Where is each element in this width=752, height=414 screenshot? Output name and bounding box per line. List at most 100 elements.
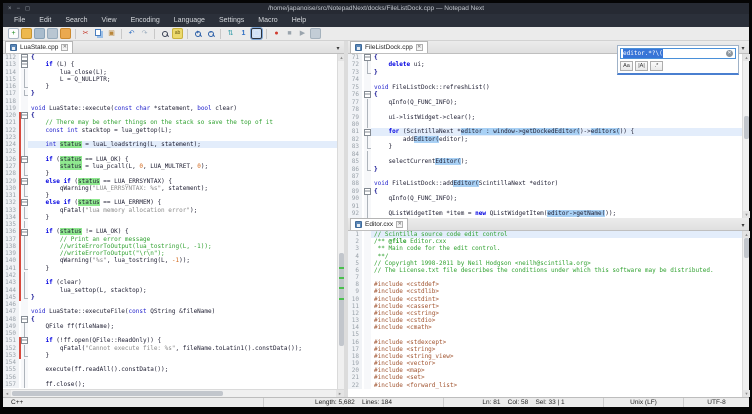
code-line[interactable]: 18#include <string_view>	[348, 353, 742, 360]
code-line[interactable]: 78	[348, 106, 742, 113]
replace-icon[interactable]: ab	[172, 28, 183, 39]
fold-toggle-icon[interactable]	[21, 61, 28, 68]
code-line[interactable]: 120{	[3, 112, 337, 119]
tab-luastate[interactable]: LuaState.cpp ✕	[5, 41, 73, 53]
find-icon[interactable]	[159, 28, 170, 39]
menu-file[interactable]: File	[7, 17, 32, 24]
status-encoding[interactable]: UTF-8	[683, 398, 749, 407]
code-line[interactable]: 3 ** Main code for the edit control.	[348, 245, 742, 252]
left-vertical-scrollbar[interactable]: ▲ ▼	[337, 54, 344, 397]
macro-save-icon[interactable]	[310, 28, 321, 39]
code-line[interactable]: 1// Scintilla source code edit control	[348, 231, 742, 238]
code-line[interactable]: 13#include <cstdio>	[348, 317, 742, 324]
cut-icon[interactable]: ✂	[80, 28, 91, 39]
code-line[interactable]: 12#include <cstring>	[348, 310, 742, 317]
undo-icon[interactable]: ↶	[126, 28, 137, 39]
fold-toggle-icon[interactable]	[21, 156, 28, 163]
fold-toggle-icon[interactable]	[21, 316, 28, 323]
fold-toggle-icon[interactable]	[21, 54, 28, 61]
code-line[interactable]: 116 }	[3, 83, 337, 90]
fold-toggle-icon[interactable]	[364, 91, 371, 98]
code-line[interactable]: 75void FileListDock::refreshList()	[348, 84, 742, 91]
paste-icon[interactable]: ▣	[106, 28, 117, 39]
code-line[interactable]: 118	[3, 98, 337, 105]
tab-list-dropdown-icon[interactable]: ▾	[332, 43, 344, 53]
search-input[interactable]: editor.*?\( ✕	[620, 48, 736, 59]
code-line[interactable]: 84	[348, 151, 742, 158]
open-folder-icon[interactable]	[21, 28, 32, 39]
menu-view[interactable]: View	[95, 17, 124, 24]
macro-play-icon[interactable]: ▶	[297, 28, 308, 39]
code-line[interactable]: 15	[348, 331, 742, 338]
fold-toggle-icon[interactable]	[21, 228, 28, 235]
code-line[interactable]: 113 if (L) {	[3, 61, 337, 68]
code-line[interactable]: 89{	[348, 188, 742, 195]
status-eol-format[interactable]: Unix (LF)	[603, 398, 683, 407]
scroll-thumb[interactable]	[744, 116, 749, 139]
macro-record-icon[interactable]: ●	[271, 28, 282, 39]
code-line[interactable]: 6// The License.txt file describes the c…	[348, 267, 742, 274]
tab-close-icon[interactable]: ✕	[396, 221, 403, 228]
code-line[interactable]: 149 QFile ff(fileName);	[3, 323, 337, 330]
code-line[interactable]: 125	[3, 148, 337, 155]
scroll-thumb[interactable]	[744, 238, 749, 258]
code-line[interactable]: 77 qInfo(Q_FUNC_INFO);	[348, 99, 742, 106]
left-horizontal-scrollbar[interactable]: ◄ ►	[3, 389, 344, 397]
code-line[interactable]: 148{	[3, 316, 337, 323]
fold-toggle-icon[interactable]	[364, 128, 371, 135]
copy-icon[interactable]	[93, 28, 104, 39]
fold-toggle-icon[interactable]	[21, 112, 28, 119]
redo-icon[interactable]: ↷	[139, 28, 150, 39]
sync-scroll-icon[interactable]: ⇅	[225, 28, 236, 39]
code-line[interactable]: 145}	[3, 294, 337, 301]
match-case-toggle[interactable]: Aa	[620, 61, 633, 71]
regex-toggle[interactable]: .*	[650, 61, 663, 71]
code-line[interactable]: 151 if (!ff.open(QFile::ReadOnly)) {	[3, 337, 337, 344]
code-line[interactable]: 133 qFatal("lua memory allocation error"…	[3, 207, 337, 214]
code-line[interactable]: 112{	[3, 54, 337, 61]
code-line[interactable]: 154	[3, 359, 337, 366]
menu-search[interactable]: Search	[58, 17, 94, 24]
fold-toggle-icon[interactable]	[364, 54, 371, 61]
menu-macro[interactable]: Macro	[251, 17, 284, 24]
scroll-thumb[interactable]	[12, 391, 223, 396]
fold-toggle-icon[interactable]	[21, 178, 28, 185]
fold-toggle-icon[interactable]	[364, 188, 371, 195]
code-line[interactable]: 152 qFatal("Cannot execute file: %s", fi…	[3, 345, 337, 352]
code-line[interactable]: 119void LuaState::execute(const char *st…	[3, 105, 337, 112]
code-line[interactable]: 157 ff.close();	[3, 381, 337, 388]
code-line[interactable]: 2/** @file Editor.cxx	[348, 238, 742, 245]
code-line[interactable]: 87	[348, 173, 742, 180]
code-line[interactable]: 11#include <cassert>	[348, 303, 742, 310]
code-line[interactable]: 117}	[3, 90, 337, 97]
new-file-icon[interactable]: +	[8, 28, 19, 39]
code-line[interactable]: 76{	[348, 91, 742, 98]
code-line[interactable]: 127 status = lua_pcall(L, 0, LUA_MULTRET…	[3, 163, 337, 170]
code-line[interactable]: 79 ui->listWidget->clear();	[348, 114, 742, 121]
code-line[interactable]: 126 if (status == LUA_OK) {	[3, 156, 337, 163]
code-line[interactable]: 8#include <cstddef>	[348, 281, 742, 288]
code-line[interactable]: 124 int status = luaL_loadstring(L, stat…	[3, 141, 337, 148]
zoom-in-icon[interactable]: +	[192, 28, 203, 39]
rbot-vertical-scrollbar[interactable]: ▲ ▼	[742, 231, 749, 397]
code-line[interactable]: 5// Copyright 1998-2011 by Neil Hodgson …	[348, 260, 742, 267]
code-line[interactable]: 146	[3, 301, 337, 308]
rtop-code[interactable]: 71{72 delete ui;73}7475void FileListDock…	[348, 54, 742, 218]
tab-list-dropdown-icon[interactable]: ▾	[737, 220, 749, 230]
code-line[interactable]: 139 //writeErrorToOutput("\r\n");	[3, 250, 337, 257]
rbot-code[interactable]: 1// Scintilla source code edit control2/…	[348, 231, 742, 397]
code-line[interactable]: 14#include <cmath>	[348, 324, 742, 331]
menu-edit[interactable]: Edit	[32, 17, 58, 24]
code-line[interactable]: 86}	[348, 166, 742, 173]
scroll-down-icon[interactable]: ▼	[743, 211, 750, 218]
tab-close-icon[interactable]: ✕	[61, 44, 68, 51]
menu-settings[interactable]: Settings	[212, 17, 251, 24]
menu-language[interactable]: Language	[167, 17, 212, 24]
code-line[interactable]: 85 selectCurrentEditor();	[348, 158, 742, 165]
code-line[interactable]: 81 for (ScintillaNext *editor : window->…	[348, 128, 742, 135]
rtop-vertical-scrollbar[interactable]: ▲ ▼	[742, 54, 749, 218]
code-line[interactable]: 153 }	[3, 352, 337, 359]
code-line[interactable]: 137 // Print an error message	[3, 236, 337, 243]
code-line[interactable]: 136 if (status != LUA_OK) {	[3, 228, 337, 235]
code-line[interactable]: 132 else if (status == LUA_ERRMEM) {	[3, 199, 337, 206]
